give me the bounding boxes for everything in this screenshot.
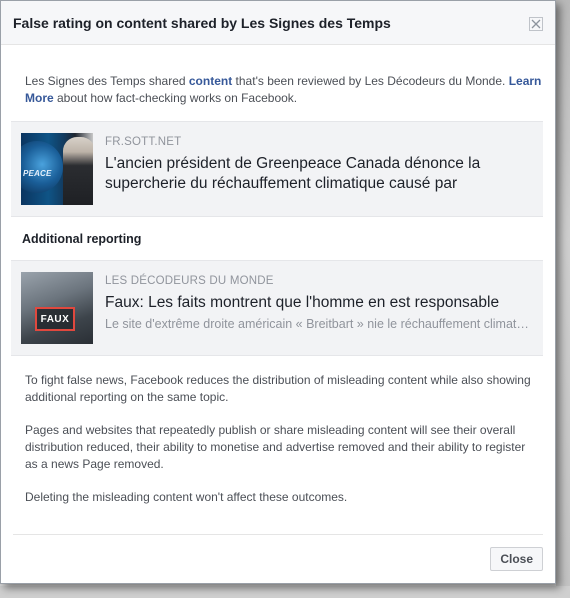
dialog-title: False rating on content shared by Les Si… xyxy=(13,14,391,31)
shared-article-thumbnail: PEACE xyxy=(21,133,93,205)
shared-article-card[interactable]: PEACE FR.SOTT.NET L'ancien président de … xyxy=(11,121,543,217)
fact-check-article-card[interactable]: FAUX LES DÉCODEURS DU MONDE Faux: Les fa… xyxy=(11,260,543,356)
content-link[interactable]: content xyxy=(189,74,232,88)
fact-check-body: LES DÉCODEURS DU MONDE Faux: Les faits m… xyxy=(93,272,543,344)
intro-text: Les Signes des Temps shared content that… xyxy=(1,45,555,107)
backdrop-bottom xyxy=(0,586,570,598)
fact-check-headline[interactable]: Faux: Les faits montrent que l'homme en … xyxy=(105,293,531,313)
thumbnail-text: PEACE xyxy=(23,169,52,178)
article-headline[interactable]: L'ancien président de Greenpeace Canada … xyxy=(105,154,531,194)
intro-part2: that's been reviewed by Les Décodeurs du… xyxy=(232,74,509,88)
intro-part3: about how fact-checking works on Faceboo… xyxy=(53,91,298,105)
explanation-p2: Pages and websites that repeatedly publi… xyxy=(25,423,526,471)
intro-part1: Les Signes des Temps shared xyxy=(25,74,189,88)
person-image xyxy=(63,137,93,205)
shared-article-body: FR.SOTT.NET L'ancien président de Greenp… xyxy=(93,133,543,205)
backdrop-edge xyxy=(556,0,570,598)
fact-check-dialog: False rating on content shared by Les Si… xyxy=(0,0,556,584)
dialog-footer: Close xyxy=(13,534,543,583)
globe-image xyxy=(21,141,63,193)
additional-reporting-heading: Additional reporting xyxy=(22,232,142,246)
explanation-p3: Deleting the misleading content won't af… xyxy=(25,490,348,504)
close-button[interactable]: Close xyxy=(490,547,543,571)
article-source: FR.SOTT.NET xyxy=(105,136,182,148)
explanation-p1: To fight false news, Facebook reduces th… xyxy=(25,373,531,404)
close-x-glyph xyxy=(531,19,541,29)
close-x-icon[interactable] xyxy=(529,17,543,31)
fact-check-source: LES DÉCODEURS DU MONDE xyxy=(105,275,274,287)
fact-check-thumbnail: FAUX xyxy=(21,272,93,344)
dialog-header: False rating on content shared by Les Si… xyxy=(1,1,555,45)
fact-check-description: Le site d'extrême droite américain « Bre… xyxy=(105,317,531,331)
explanation-text: To fight false news, Facebook reduces th… xyxy=(1,356,555,506)
faux-badge: FAUX xyxy=(35,307,75,331)
